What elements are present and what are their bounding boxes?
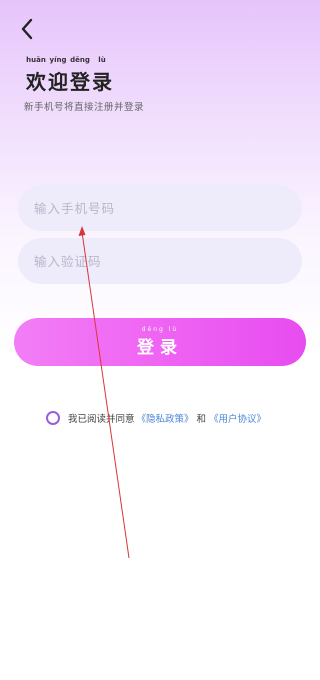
agreement-and: 和 <box>196 414 207 425</box>
privacy-policy-link[interactable]: 《隐私政策》 <box>137 411 194 425</box>
chevron-left-icon <box>21 18 33 40</box>
pinyin-syllable: huān <box>26 56 46 64</box>
page-subtitle: 新手机号将直接注册并登录 <box>24 102 145 113</box>
agreement-prefix: 我已阅读并同意 <box>68 414 135 425</box>
phone-input[interactable] <box>34 200 302 216</box>
title-block: huān yíng dēng lù 欢迎登录 <box>26 56 114 95</box>
title-pinyin: huān yíng dēng lù <box>26 56 114 65</box>
login-button[interactable]: dēng lù 登录 <box>14 318 306 366</box>
code-field[interactable] <box>18 238 302 284</box>
verification-code-input[interactable] <box>34 253 302 269</box>
login-pinyin: dēng lù <box>141 326 179 333</box>
pinyin-syllable: yíng <box>49 56 67 64</box>
agreement-radio[interactable] <box>46 411 60 425</box>
back-button[interactable] <box>12 14 42 44</box>
pinyin-syllable: dēng <box>70 56 90 64</box>
pinyin-syllable: lù <box>98 56 106 64</box>
phone-field[interactable] <box>18 185 302 231</box>
login-label: 登录 <box>137 338 183 358</box>
page-title: 欢迎登录 <box>26 70 114 94</box>
agreement-row: 我已阅读并同意 《隐私政策》 和 《用户协议》 <box>46 411 266 425</box>
user-agreement-link[interactable]: 《用户协议》 <box>209 411 266 425</box>
